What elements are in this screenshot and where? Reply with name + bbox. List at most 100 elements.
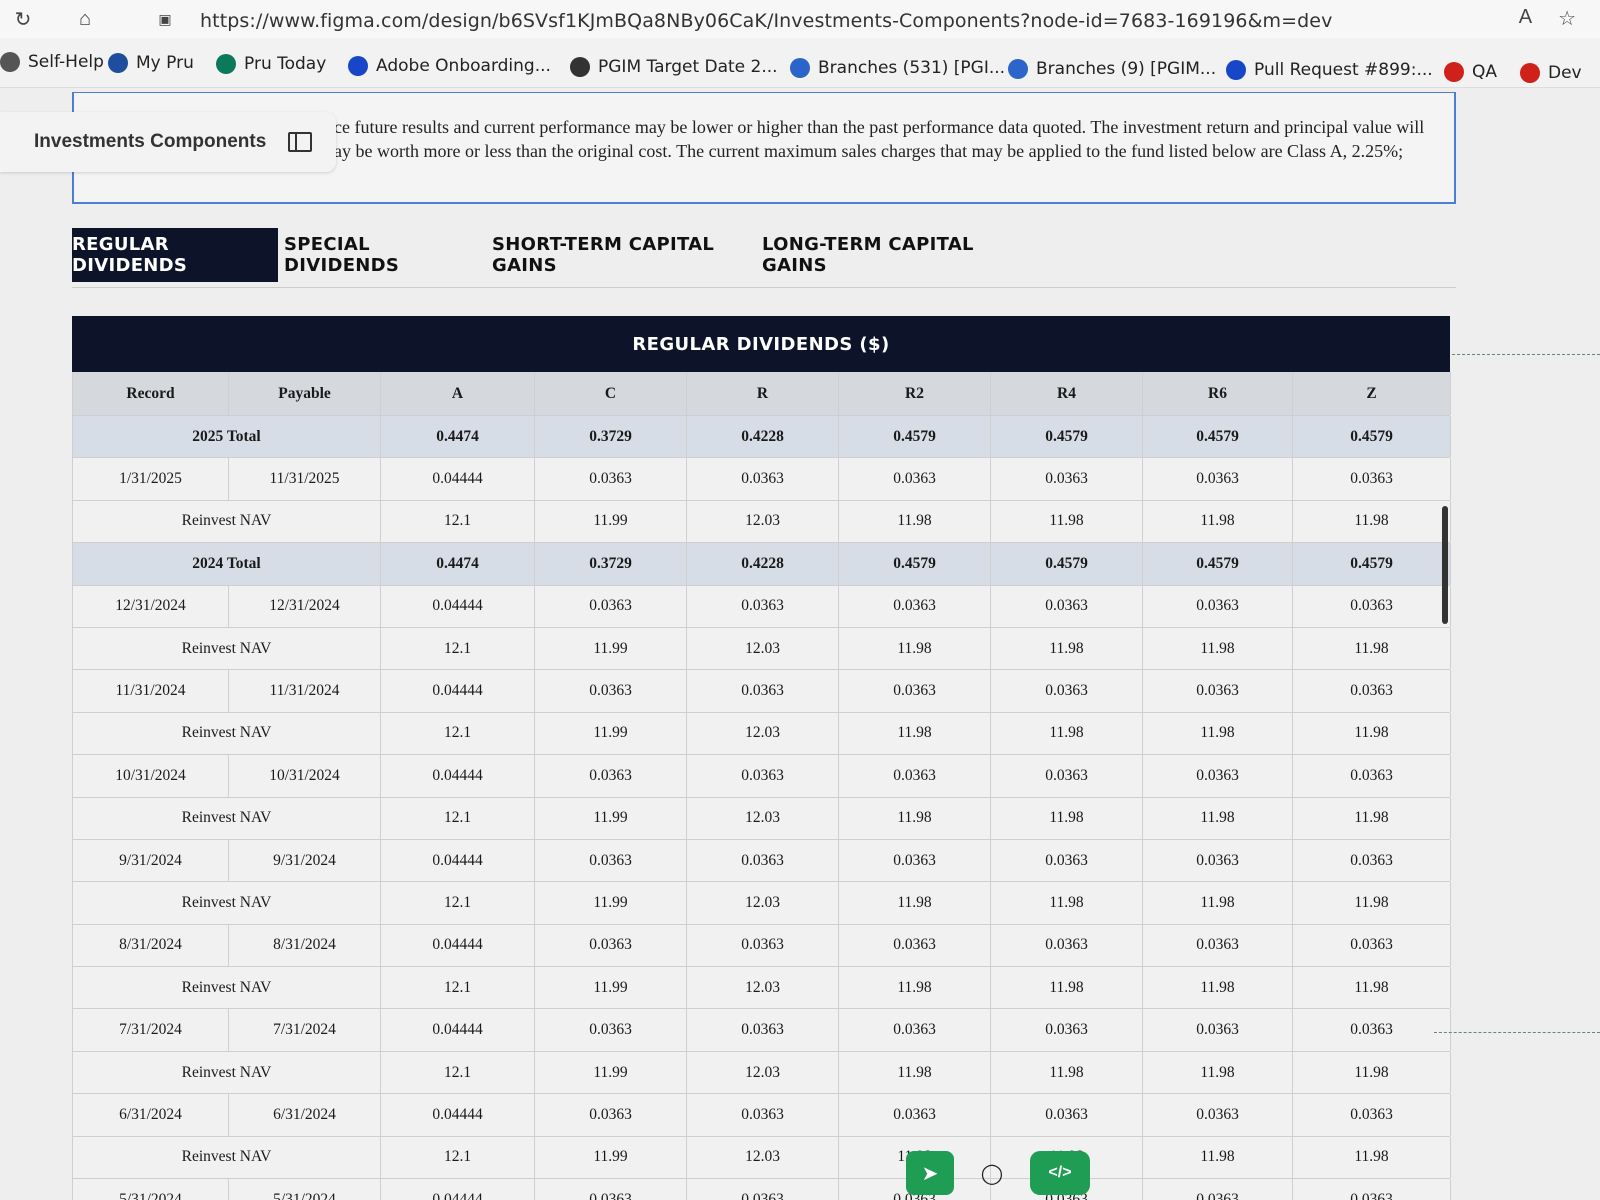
value-cell: 0.0363 bbox=[839, 670, 991, 712]
bookmark-label: Branches (531) [PGI... bbox=[818, 58, 1006, 78]
table-title: REGULAR DIVIDENDS ($) bbox=[72, 316, 1450, 372]
year-total-row: 2025 Total 0.4474 0.3729 0.4228 0.4579 0.4579… bbox=[72, 416, 1451, 459]
value-cell: 0.04444 bbox=[381, 670, 535, 712]
table-scrollbar[interactable] bbox=[1442, 506, 1448, 624]
value-cell: 0.0363 bbox=[1143, 1094, 1293, 1136]
bookmark-item[interactable]: Branches (531) [PGI... bbox=[790, 58, 1005, 78]
value-cell: 11.98 bbox=[1143, 627, 1293, 670]
value-cell: 0.0363 bbox=[535, 1179, 687, 1200]
site-info-icon[interactable]: ▣ bbox=[150, 4, 180, 34]
value-cell: 0.0363 bbox=[1293, 1009, 1451, 1051]
value-cell: 0.0363 bbox=[839, 1009, 991, 1051]
value-cell: 0.0363 bbox=[1293, 839, 1451, 882]
bookmark-item[interactable]: Self-Help bbox=[0, 52, 104, 72]
distribution-row: 10/31/2024 10/31/2024 0.04444 0.0363 0.0363 0… bbox=[72, 755, 1451, 798]
column-header: R4 bbox=[991, 372, 1143, 415]
value-cell: 0.0363 bbox=[1143, 924, 1293, 967]
value-cell: 11.98 bbox=[991, 967, 1143, 1009]
bookmark-item[interactable]: My Pru bbox=[108, 53, 194, 74]
bookmark-item[interactable]: PGIM Target Date 2... bbox=[570, 56, 778, 77]
address-bar[interactable]: https://www.figma.com/design/b6SVsf1KJmB… bbox=[200, 10, 1332, 32]
comment-icon[interactable]: ◯ bbox=[968, 1151, 1016, 1195]
layer-name: Investments Components bbox=[34, 131, 267, 152]
reinvest-nav-label: Reinvest NAV bbox=[73, 797, 381, 839]
value-cell: 11.98 bbox=[991, 1051, 1143, 1094]
value-cell: 0.0363 bbox=[1293, 458, 1451, 500]
value-cell: 0.0363 bbox=[535, 670, 687, 712]
value-cell: 12.03 bbox=[687, 882, 839, 924]
value-cell: 0.4579 bbox=[839, 416, 991, 458]
bookmark-item[interactable]: Pull Request #899:... bbox=[1226, 60, 1433, 81]
bookmark-label: My Pru bbox=[136, 53, 194, 74]
value-cell: 12.03 bbox=[687, 712, 839, 755]
record-date-cell: 6/31/2024 bbox=[73, 1094, 229, 1136]
disclosure-line-2: ay be worth more or less than the origin… bbox=[334, 141, 1404, 161]
year-total-label: 2025 Total bbox=[73, 416, 381, 458]
cursor-icon[interactable]: ➤ bbox=[906, 1151, 954, 1195]
dev-mode-toggle[interactable]: </> bbox=[1030, 1151, 1090, 1195]
bookmark-label: Pull Request #899:... bbox=[1254, 60, 1433, 81]
value-cell: 0.0363 bbox=[687, 670, 839, 712]
reinvest-nav-row: Reinvest NAV12.111.9912.0311.9811.9811.9… bbox=[72, 797, 1451, 840]
value-cell: 0.0363 bbox=[1293, 1179, 1451, 1200]
bookmark-label: QA bbox=[1472, 61, 1498, 82]
value-cell: 11.98 bbox=[991, 882, 1143, 924]
record-date-cell: 7/31/2024 bbox=[73, 1009, 229, 1051]
value-cell: 12.1 bbox=[381, 627, 535, 670]
bookmark-item[interactable]: Adobe Onboarding... bbox=[348, 55, 551, 76]
alert-icon bbox=[1444, 61, 1464, 82]
value-cell: 11.99 bbox=[535, 1051, 687, 1094]
tab-regular-dividends[interactable]: REGULAR DIVIDENDS bbox=[72, 228, 278, 282]
bookmark-item[interactable]: Dev bbox=[1520, 62, 1582, 83]
dividend-tabs: REGULAR DIVIDENDS SPECIAL DIVIDENDS SHOR… bbox=[72, 228, 1456, 288]
favorite-star-icon[interactable]: ☆ bbox=[1558, 6, 1576, 31]
value-cell: 0.4579 bbox=[839, 543, 991, 585]
value-cell: 11.98 bbox=[1293, 967, 1451, 1009]
value-cell: 11.98 bbox=[1293, 500, 1451, 543]
bookmark-item[interactable]: Pru Today bbox=[216, 54, 326, 75]
value-cell: 0.4228 bbox=[687, 543, 839, 585]
home-icon[interactable]: ⌂ bbox=[70, 4, 100, 34]
value-cell: 12.1 bbox=[381, 967, 535, 1009]
layer-name-chip[interactable]: Investments Components bbox=[0, 112, 336, 172]
value-cell: 0.4579 bbox=[1293, 416, 1451, 458]
figma-canvas[interactable]: ce future results and current performanc… bbox=[0, 88, 1600, 1200]
value-cell: 0.0363 bbox=[687, 1094, 839, 1136]
value-cell: 0.0363 bbox=[1143, 1179, 1293, 1200]
bookmark-item[interactable]: Branches (9) [PGIM... bbox=[1008, 59, 1216, 80]
value-cell: 11.98 bbox=[1143, 1136, 1293, 1179]
tab-long-term-capital-gains[interactable]: LONG-TERM CAPITAL GAINS bbox=[762, 228, 992, 282]
value-cell: 11.98 bbox=[1293, 1051, 1451, 1094]
value-cell: 11.99 bbox=[535, 967, 687, 1009]
value-cell: 0.04444 bbox=[381, 924, 535, 967]
tab-special-dividends[interactable]: SPECIAL DIVIDENDS bbox=[284, 228, 474, 282]
payable-date-cell: 6/31/2024 bbox=[229, 1094, 381, 1136]
value-cell: 12.1 bbox=[381, 500, 535, 543]
value-cell: 0.0363 bbox=[839, 585, 991, 627]
reinvest-nav-row: Reinvest NAV12.111.9912.0311.9811.9811.9… bbox=[72, 1051, 1451, 1095]
read-aloud-icon[interactable]: A bbox=[1519, 6, 1532, 31]
alert-icon bbox=[1520, 62, 1540, 83]
table-body: 2025 Total 0.4474 0.3729 0.4228 0.4579 0.4579… bbox=[72, 416, 1451, 1200]
value-cell: 0.0363 bbox=[839, 839, 991, 882]
value-cell: 0.4579 bbox=[991, 416, 1143, 458]
panel-toggle-icon[interactable] bbox=[288, 132, 313, 152]
value-cell: 0.4474 bbox=[381, 543, 535, 585]
value-cell: 12.1 bbox=[381, 882, 535, 924]
bookmark-item[interactable]: QA bbox=[1444, 61, 1498, 82]
tab-short-term-capital-gains[interactable]: SHORT-TERM CAPITAL GAINS bbox=[492, 228, 740, 282]
value-cell: 0.4579 bbox=[1143, 543, 1293, 585]
value-cell: 0.0363 bbox=[839, 755, 991, 797]
distribution-row: 6/31/2024 6/31/2024 0.04444 0.0363 0.0363 0.0… bbox=[72, 1094, 1451, 1137]
payable-date-cell: 11/31/2024 bbox=[229, 670, 381, 712]
bookmark-label: Self-Help bbox=[28, 52, 104, 72]
reload-icon[interactable]: ↻ bbox=[8, 4, 38, 34]
value-cell: 0.0363 bbox=[991, 585, 1143, 627]
value-cell: 11.98 bbox=[991, 500, 1143, 543]
distribution-row: 12/31/2024 12/31/2024 0.04444 0.0363 0.0363 0… bbox=[72, 585, 1451, 628]
reinvest-nav-row: Reinvest NAV12.111.9912.0311.9811.9811.9… bbox=[72, 500, 1451, 544]
value-cell: 0.0363 bbox=[535, 924, 687, 967]
value-cell: 0.3729 bbox=[535, 416, 687, 458]
value-cell: 0.0363 bbox=[535, 458, 687, 500]
value-cell: 12.1 bbox=[381, 712, 535, 755]
